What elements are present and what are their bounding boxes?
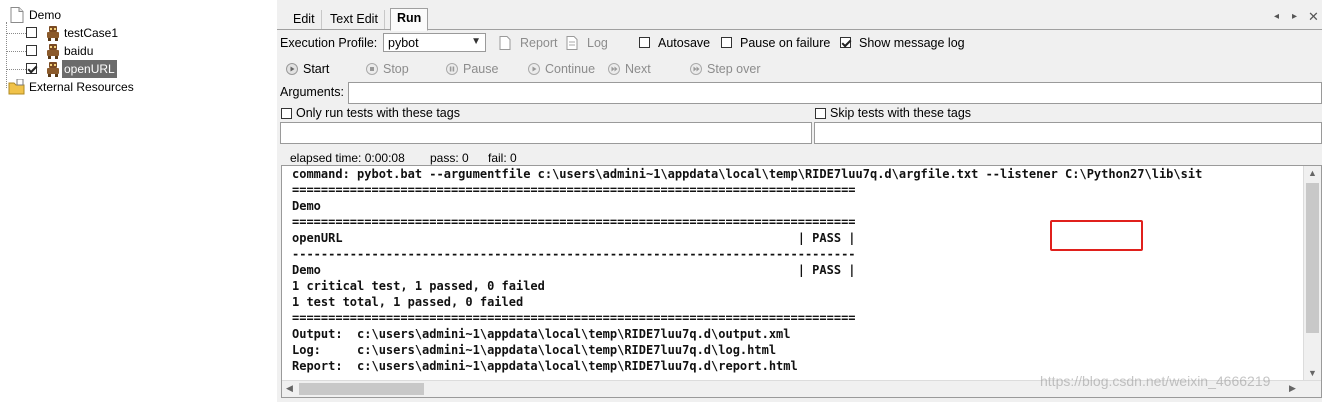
- folder-icon: [8, 79, 25, 95]
- log-icon: [566, 36, 578, 50]
- console-line: ========================================…: [292, 183, 856, 197]
- autosave-label: Autosave: [658, 36, 711, 50]
- tree-node-label: External Resources: [29, 80, 134, 94]
- console-line: 1 test total, 1 passed, 0 failed: [292, 295, 524, 309]
- watermark: https://blog.csdn.net/weixin_4666219: [1040, 373, 1271, 389]
- skip-tags-label: Skip tests with these tags: [830, 106, 972, 120]
- tree-connector: [6, 51, 26, 52]
- skip-tags-checkbox[interactable]: [815, 108, 826, 119]
- close-tab-icon[interactable]: ✕: [1308, 9, 1319, 25]
- report-icon: [499, 36, 511, 50]
- skip-tags-input[interactable]: [814, 122, 1322, 144]
- continue-icon: [528, 63, 540, 75]
- show-message-log-checkbox[interactable]: [840, 37, 851, 48]
- chevron-down-icon: ▼: [471, 36, 481, 47]
- only-run-tags-label: Only run tests with these tags: [296, 106, 460, 120]
- scroll-down-icon[interactable]: ▼: [1308, 368, 1317, 378]
- console-line: 1 critical test, 1 passed, 0 failed: [292, 279, 545, 293]
- console-text: command: pybot.bat --argumentfile c:\use…: [292, 166, 1202, 374]
- tree-node-external-resources[interactable]: External Resources: [6, 78, 134, 96]
- autosave-checkbox[interactable]: [639, 37, 650, 48]
- only-run-tags-checkbox[interactable]: [281, 108, 292, 119]
- stop-icon: [366, 63, 378, 75]
- execution-profile-select[interactable]: pybot ▼: [383, 33, 486, 52]
- pass-highlight-box: [1050, 220, 1143, 251]
- tree-connector: [6, 69, 26, 70]
- pass-count: pass: 0: [430, 151, 469, 165]
- horizontal-scroll-thumb[interactable]: [299, 383, 424, 395]
- console-line: Output: c:\users\admini~1\appdata\local\…: [292, 327, 791, 341]
- scroll-right-icon[interactable]: ▶: [1289, 383, 1296, 394]
- pause-icon: [446, 63, 458, 75]
- scroll-left-icon[interactable]: ◀: [286, 383, 293, 394]
- continue-button[interactable]: Continue: [545, 62, 595, 76]
- start-icon: [286, 63, 298, 75]
- scroll-up-icon[interactable]: ▲: [1308, 168, 1317, 178]
- console-line: ========================================…: [292, 311, 856, 325]
- fail-count: fail: 0: [488, 151, 517, 165]
- console-line: Demo | PASS |: [292, 263, 856, 277]
- console-line: command: pybot.bat --argumentfile c:\use…: [292, 167, 1203, 181]
- stop-button[interactable]: Stop: [383, 62, 409, 76]
- step-over-icon: [690, 63, 702, 75]
- robot-icon: [47, 62, 59, 77]
- console-line: Log: c:\users\admini~1\appdata\local\tem…: [292, 343, 777, 357]
- vertical-scroll-thumb[interactable]: [1306, 183, 1319, 333]
- arguments-label: Arguments:: [280, 85, 344, 99]
- tree-item-label: baidu: [64, 44, 94, 58]
- tree-connector: [6, 33, 26, 34]
- arguments-input[interactable]: [348, 82, 1322, 104]
- run-controls-row: Start Stop Pause Continue Next Step over: [277, 58, 1322, 80]
- file-icon: [10, 7, 24, 23]
- vertical-scrollbar[interactable]: ▲ ▼: [1303, 166, 1321, 382]
- execution-profile-row: Execution Profile: pybot ▼ Report Log Au…: [277, 32, 1322, 54]
- tab-edit[interactable]: Edit: [287, 10, 322, 29]
- pause-button[interactable]: Pause: [463, 62, 498, 76]
- execution-profile-value: pybot: [388, 36, 419, 50]
- test-checkbox[interactable]: [26, 45, 37, 56]
- console-output[interactable]: command: pybot.bat --argumentfile c:\use…: [281, 165, 1322, 398]
- elapsed-time: elapsed time: 0:00:08: [290, 151, 405, 165]
- execution-profile-label: Execution Profile:: [280, 36, 378, 50]
- pause-on-failure-checkbox[interactable]: [721, 37, 732, 48]
- pause-on-failure-label: Pause on failure: [740, 36, 831, 50]
- test-suite-tree[interactable]: Demo testCase1 baidu openURL External Re…: [0, 0, 277, 402]
- tree-node-demo[interactable]: Demo: [8, 6, 61, 24]
- tree-item-testcase1[interactable]: testCase1: [26, 24, 118, 42]
- step-over-button[interactable]: Step over: [707, 62, 761, 76]
- next-button[interactable]: Next: [625, 62, 651, 76]
- show-message-log-label: Show message log: [859, 36, 965, 50]
- tree-node-label: Demo: [29, 8, 62, 22]
- tree-item-label: openURL: [62, 60, 117, 78]
- tree-item-label: testCase1: [64, 26, 119, 40]
- only-run-tags-input[interactable]: [280, 122, 812, 144]
- start-button[interactable]: Start: [303, 62, 329, 76]
- tab-scroll-right-icon[interactable]: ▸: [1292, 11, 1297, 22]
- tab-scroll-left-icon[interactable]: ◂: [1274, 11, 1279, 22]
- test-checkbox[interactable]: [26, 27, 37, 38]
- robot-icon: [47, 44, 59, 59]
- robot-icon: [47, 26, 59, 41]
- tree-item-openurl[interactable]: openURL: [26, 60, 117, 78]
- test-checkbox[interactable]: [26, 63, 37, 74]
- log-button[interactable]: Log: [587, 36, 608, 50]
- report-button[interactable]: Report: [520, 36, 558, 50]
- run-panel: Edit Text Edit Run ◂ ▸ ✕ Execution Profi…: [277, 0, 1322, 402]
- tree-item-baidu[interactable]: baidu: [26, 42, 93, 60]
- console-line: Demo: [292, 199, 321, 213]
- tab-text-edit[interactable]: Text Edit: [324, 10, 385, 29]
- next-icon: [608, 63, 620, 75]
- tab-run[interactable]: Run: [390, 8, 429, 31]
- tab-bar: Edit Text Edit Run ◂ ▸ ✕: [277, 7, 1322, 31]
- console-line: Report: c:\users\admini~1\appdata\local\…: [292, 359, 798, 373]
